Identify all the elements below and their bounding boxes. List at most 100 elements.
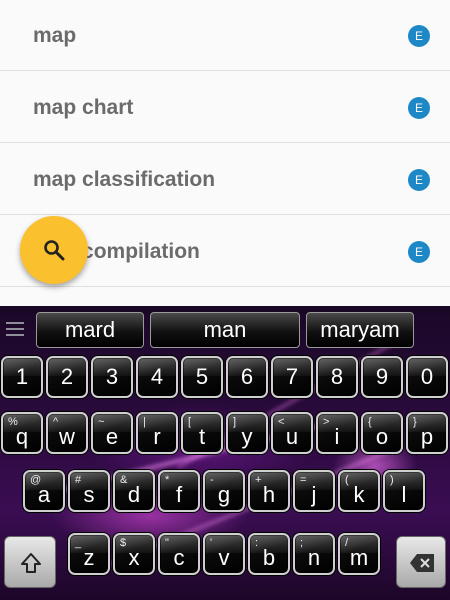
keyboard-key[interactable]: $ x: [113, 533, 155, 575]
key-alt-symbol: _: [75, 537, 82, 549]
key-char: j: [311, 482, 317, 507]
key-char: y: [241, 424, 253, 449]
keyboard-key[interactable]: 2: [46, 356, 88, 398]
key-alt-symbol: ~: [98, 416, 105, 428]
key-alt-symbol: {: [368, 416, 372, 428]
keyboard-key[interactable]: % q: [1, 412, 43, 454]
item-badge: E: [408, 97, 430, 119]
key-char: 2: [60, 364, 74, 389]
key-alt-symbol: (: [345, 474, 349, 486]
key-char: 9: [375, 364, 389, 389]
key-alt-symbol: #: [75, 474, 82, 486]
key-char: z: [83, 545, 95, 570]
key-alt-symbol: %: [8, 416, 18, 428]
key-alt-symbol: }: [413, 416, 417, 428]
key-char: n: [307, 545, 321, 570]
keyboard-key[interactable]: 4: [136, 356, 178, 398]
key-alt-symbol: <: [278, 416, 285, 428]
key-char: x: [128, 545, 140, 570]
keyboard-menu-icon[interactable]: [6, 321, 26, 339]
keyboard-key[interactable]: = j: [293, 470, 335, 512]
suggestion-list: map E map chart E map classification E m…: [0, 0, 450, 306]
key-char: h: [262, 482, 276, 507]
word-suggestion[interactable]: maryam: [306, 312, 414, 348]
search-fab-button[interactable]: [20, 216, 88, 284]
keyboard-key[interactable]: + h: [248, 470, 290, 512]
key-char: o: [375, 424, 389, 449]
key-char: a: [37, 482, 51, 507]
key-alt-symbol: |: [143, 416, 146, 428]
keyboard-key[interactable]: @ a: [23, 470, 65, 512]
key-char: k: [353, 482, 365, 507]
keyboard-key[interactable]: ; n: [293, 533, 335, 575]
list-item[interactable]: map E: [0, 0, 450, 71]
key-alt-symbol: =: [300, 474, 307, 486]
keyboard-key[interactable]: 0: [406, 356, 448, 398]
key-alt-symbol: +: [255, 474, 262, 486]
key-alt-symbol: ": [165, 537, 169, 549]
item-label: map: [33, 24, 77, 47]
key-alt-symbol: @: [30, 474, 42, 486]
keyboard-key[interactable]: [t: [181, 412, 223, 454]
key-alt-symbol: &: [120, 474, 128, 486]
keyboard-key[interactable]: " c: [158, 533, 200, 575]
word-suggestion[interactable]: mard: [36, 312, 144, 348]
key-alt-symbol: >: [323, 416, 330, 428]
list-item[interactable]: map classification E: [0, 144, 450, 215]
key-alt-symbol: ]: [233, 416, 237, 428]
keyboard-key[interactable]: -g: [203, 470, 245, 512]
keyboard-key[interactable]: | r: [136, 412, 178, 454]
keyboard-key[interactable]: ^ w: [46, 412, 88, 454]
keyboard-key[interactable]: * f: [158, 470, 200, 512]
keyboard-key[interactable]: ' v: [203, 533, 245, 575]
keyboard-key[interactable]: < u: [271, 412, 313, 454]
key-char: 1: [15, 364, 29, 389]
keyboard-key[interactable]: 1: [1, 356, 43, 398]
keyboard-key[interactable]: ) l: [383, 470, 425, 512]
keyboard-key[interactable]: # s: [68, 470, 110, 512]
keyboard-key[interactable]: :b: [248, 533, 290, 575]
keyboard-key[interactable]: ] y: [226, 412, 268, 454]
keyboard-key[interactable]: & d: [113, 470, 155, 512]
search-icon: [44, 240, 65, 261]
key-char: 5: [195, 364, 209, 389]
key-alt-symbol: *: [165, 474, 170, 486]
key-char: b: [262, 545, 276, 570]
key-char: u: [285, 424, 299, 449]
key-alt-symbol: ^: [53, 416, 59, 428]
item-badge: E: [408, 169, 430, 191]
keyboard-key[interactable]: 7: [271, 356, 313, 398]
backspace-key[interactable]: [396, 536, 446, 588]
keyboard-key[interactable]: (k: [338, 470, 380, 512]
key-alt-symbol: :: [255, 537, 259, 549]
key-char: f: [175, 482, 183, 507]
key-char: 6: [240, 364, 254, 389]
keyboard-key[interactable]: 3: [91, 356, 133, 398]
keyboard-key[interactable]: ~ e: [91, 412, 133, 454]
key-char: e: [105, 424, 119, 449]
key-char: i: [334, 424, 340, 449]
key-char: 7: [285, 364, 299, 389]
keyboard-key[interactable]: 9: [361, 356, 403, 398]
key-char: t: [198, 424, 206, 449]
shift-key[interactable]: [4, 536, 56, 588]
keyboard-key[interactable]: {o: [361, 412, 403, 454]
keyboard-key[interactable]: > i: [316, 412, 358, 454]
item-badge: E: [408, 25, 430, 47]
keyboard-key[interactable]: 6: [226, 356, 268, 398]
key-alt-symbol: [: [188, 416, 192, 428]
key-alt-symbol: /: [345, 537, 349, 549]
list-item[interactable]: map chart E: [0, 72, 450, 143]
keyboard-key[interactable]: 8: [316, 356, 358, 398]
keyboard-key[interactable]: / m: [338, 533, 380, 575]
keyboard-key[interactable]: } p: [406, 412, 448, 454]
word-suggestion[interactable]: man: [150, 312, 300, 348]
key-char: w: [59, 424, 75, 449]
shift-arrow-icon: [21, 553, 41, 573]
soft-keyboard: mard man maryam 1 2 3 4 5 6 7 8 9 0% q ^ w ~ e | r[t] y < u…: [0, 306, 450, 600]
key-alt-symbol: $: [120, 537, 127, 549]
key-alt-symbol: -: [210, 474, 214, 486]
keyboard-key[interactable]: 5: [181, 356, 223, 398]
keyboard-key[interactable]: _ z: [68, 533, 110, 575]
key-char: g: [217, 482, 231, 507]
